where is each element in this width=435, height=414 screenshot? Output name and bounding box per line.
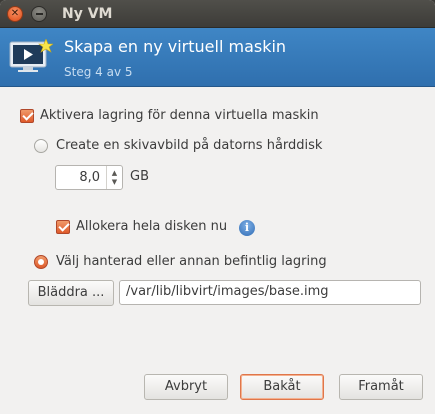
allocate-disk-label[interactable]: Allokera hela disken nu [76,219,227,234]
create-disk-image-label[interactable]: Create en skivavbild på datorns hårddisk [56,138,322,153]
vm-monitor-icon [9,39,53,72]
back-button[interactable]: Bakåt [240,374,324,400]
browse-button[interactable]: Bläddra ... [28,280,114,306]
enable-storage-label[interactable]: Aktivera lagring för denna virtuella mas… [40,108,319,123]
forward-button[interactable]: Framåt [339,374,423,400]
disk-size-spinbutton[interactable]: 8,0 ▲ ▼ [55,165,123,190]
spin-up-icon[interactable]: ▲ [112,169,117,178]
spin-down-icon[interactable]: ▼ [112,178,117,187]
wizard-header: Skapa en ny virtuell maskin Steg 4 av 5 [0,28,435,87]
title-bar: ✕ Ny VM [0,0,435,28]
managed-storage-label[interactable]: Välj hanterad eller annan befintlig lagr… [56,254,327,269]
close-icon: ✕ [10,8,20,19]
dialog-window: ✕ Ny VM Skapa en ny virtuell maskin Steg… [0,0,435,414]
window-title: Ny VM [62,6,113,22]
disk-size-unit: GB [130,169,149,184]
cancel-button[interactable]: Avbryt [144,374,228,400]
info-icon[interactable]: i [239,220,255,236]
allocate-disk-checkbox[interactable] [56,220,70,234]
enable-storage-checkbox[interactable] [20,109,34,123]
create-disk-image-radio[interactable] [34,139,48,153]
minimize-icon [35,13,43,15]
close-window-button[interactable]: ✕ [7,6,23,22]
wizard-step: Steg 4 av 5 [64,65,133,79]
wizard-title: Skapa en ny virtuell maskin [64,37,287,56]
disk-size-value[interactable]: 8,0 [79,170,100,185]
storage-path-input[interactable]: /var/lib/libvirt/images/base.img [119,280,421,305]
managed-storage-radio[interactable] [34,255,48,269]
minimize-window-button[interactable] [31,6,47,22]
spin-buttons[interactable]: ▲ ▼ [106,166,122,189]
